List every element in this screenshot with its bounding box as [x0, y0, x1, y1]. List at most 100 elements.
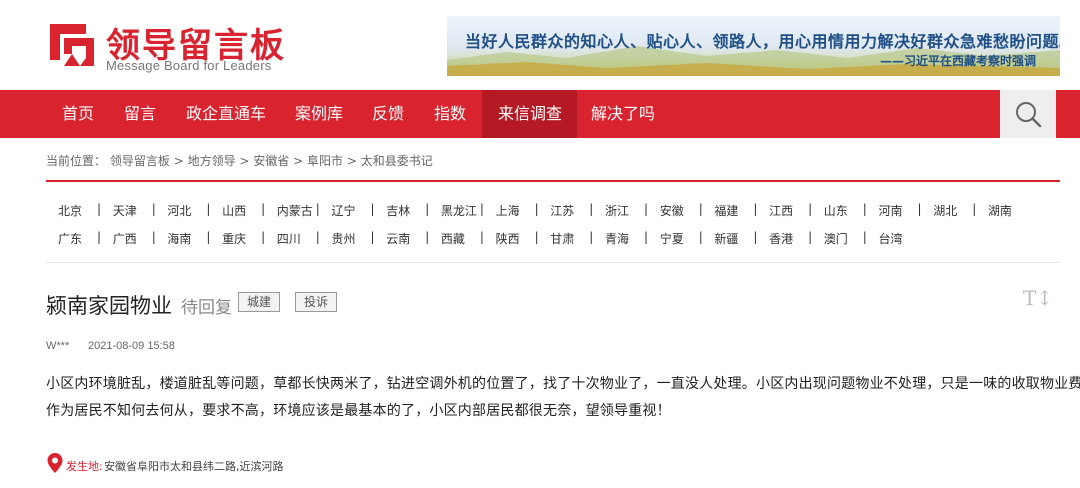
- breadcrumb-separator: >: [239, 154, 250, 168]
- province-link[interactable]: 湖北: [933, 202, 957, 219]
- province-link[interactable]: 北京: [58, 202, 82, 219]
- province-link[interactable]: 贵州: [332, 230, 356, 247]
- breadcrumb-item[interactable]: 太和县委书记: [361, 154, 433, 168]
- breadcrumb-item[interactable]: 安徽省: [253, 154, 289, 168]
- breadcrumb-item[interactable]: 领导留言板: [110, 154, 170, 168]
- province-link[interactable]: 香港: [769, 230, 793, 247]
- nav-item-home[interactable]: 首页: [62, 90, 94, 138]
- province-link[interactable]: 青海: [605, 230, 629, 247]
- nav-item-cases[interactable]: 案例库: [295, 90, 343, 138]
- logo-subtitle: Message Board for Leaders: [106, 58, 272, 73]
- province-link[interactable]: 西藏: [441, 230, 465, 247]
- province-separator: |: [370, 230, 375, 244]
- breadcrumb-separator: >: [293, 154, 304, 168]
- province-separator: |: [315, 202, 320, 216]
- search-icon: [1016, 102, 1042, 128]
- breadcrumb: 当前位置： 领导留言板 > 地方领导 > 安徽省 > 阜阳市 > 太和县委书记: [46, 152, 433, 169]
- message-body-line-2: 作为居民不知何去何从，要求不高，环境应该是最基本的了，小区内部居民都很无奈，望领…: [46, 403, 671, 419]
- message-body-line-1: 小区内环境脏乱，楼道脏乱等问题，草都长快两米了，钻进空调外机的位置了，找了十次物…: [46, 376, 1080, 392]
- province-link[interactable]: 黑龙江: [441, 202, 477, 219]
- province-separator: |: [261, 230, 266, 244]
- province-link[interactable]: 山东: [824, 202, 848, 219]
- province-separator: |: [753, 230, 758, 244]
- search-button[interactable]: [1000, 90, 1056, 138]
- province-link[interactable]: 山西: [222, 202, 246, 219]
- province-separator: |: [972, 202, 977, 216]
- nav-item-survey[interactable]: 来信调查: [482, 90, 577, 138]
- province-link[interactable]: 河北: [167, 202, 191, 219]
- province-separator: |: [589, 202, 594, 216]
- province-link[interactable]: 内蒙古: [277, 202, 313, 219]
- location-text: 安徽省阜阳市太和县纬二路,近滨河路: [104, 460, 284, 473]
- location-pin-icon: [47, 453, 63, 473]
- province-separator: |: [644, 230, 649, 244]
- slogan-banner[interactable]: 当好人民群众的知心人、贴心人、领路人，用心用情用力解决好群众急难愁盼问题。 ——…: [447, 16, 1060, 76]
- province-link[interactable]: 重庆: [222, 230, 246, 247]
- province-separator: |: [206, 202, 211, 216]
- province-link[interactable]: 台湾: [879, 230, 903, 247]
- province-list-row-1: 北京 | 天津 | 河北 | 山西 | 内蒙古 | 辽宁 | 吉林 | 黑龙江 | 上海 | 江苏 | 浙江 | 安徽 | 福建…: [46, 202, 1060, 220]
- province-link[interactable]: 广西: [113, 230, 137, 247]
- nav-item-feedback[interactable]: 反馈: [372, 90, 404, 138]
- province-separator: |: [862, 230, 867, 244]
- site-logo[interactable]: 领导留言板 Message Board for Leaders: [46, 18, 286, 74]
- province-link[interactable]: 四川: [277, 230, 301, 247]
- province-link[interactable]: 河南: [879, 202, 903, 219]
- banner-quote: ——习近平在西藏考察时强调: [879, 54, 1036, 68]
- banner-slogan: 当好人民群众的知心人、贴心人、领路人，用心用情用力解决好群众急难愁盼问题。: [465, 32, 1060, 51]
- province-separator: |: [479, 202, 484, 216]
- breadcrumb-separator: >: [346, 154, 357, 168]
- province-link[interactable]: 浙江: [605, 202, 629, 219]
- province-link[interactable]: 甘肃: [550, 230, 574, 247]
- location-label: 发生地:: [66, 460, 103, 473]
- province-separator: |: [698, 230, 703, 244]
- province-link[interactable]: 安徽: [660, 202, 684, 219]
- province-link[interactable]: 江西: [769, 202, 793, 219]
- tag-complaint[interactable]: 投诉: [295, 292, 338, 312]
- nav-item-index[interactable]: 指数: [434, 90, 466, 138]
- nav-item-message[interactable]: 留言: [124, 90, 156, 138]
- province-link[interactable]: 广东: [58, 230, 82, 247]
- font-size-toggle-icon[interactable]: T↕: [1023, 286, 1053, 310]
- breadcrumb-item[interactable]: 地方领导: [188, 154, 236, 168]
- message-author: W***: [46, 340, 70, 352]
- section-divider: [46, 262, 1060, 263]
- province-separator: |: [151, 202, 156, 216]
- province-separator: |: [753, 202, 758, 216]
- message-date: 2021-08-09 15:58: [88, 340, 175, 352]
- message-status: 待回复: [181, 298, 232, 318]
- main-nav: 首页 留言 政企直通车 案例库 反馈 指数 来信调查 解决了吗: [0, 90, 1080, 138]
- message-title: 颍南家园物业: [46, 294, 172, 318]
- province-separator: |: [315, 230, 320, 244]
- province-link[interactable]: 福建: [714, 202, 738, 219]
- province-link[interactable]: 湖南: [988, 202, 1012, 219]
- breadcrumb-item[interactable]: 阜阳市: [307, 154, 343, 168]
- nav-item-enterprise[interactable]: 政企直通车: [186, 90, 266, 138]
- province-separator: |: [534, 230, 539, 244]
- breadcrumb-prefix: 当前位置：: [46, 154, 107, 168]
- province-link[interactable]: 新疆: [714, 230, 738, 247]
- province-separator: |: [862, 202, 867, 216]
- tag-urban-construction[interactable]: 城建: [238, 292, 281, 312]
- province-separator: |: [206, 230, 211, 244]
- province-separator: |: [370, 202, 375, 216]
- province-link[interactable]: 上海: [496, 202, 520, 219]
- province-separator: |: [425, 202, 430, 216]
- province-link[interactable]: 辽宁: [332, 202, 356, 219]
- province-link[interactable]: 天津: [113, 202, 137, 219]
- province-separator: |: [97, 230, 102, 244]
- province-link[interactable]: 海南: [167, 230, 191, 247]
- province-separator: |: [261, 202, 266, 216]
- province-separator: |: [917, 202, 922, 216]
- nav-item-resolved[interactable]: 解决了吗: [591, 90, 655, 138]
- breadcrumb-divider: [46, 180, 1060, 182]
- province-separator: |: [644, 202, 649, 216]
- province-link[interactable]: 陕西: [496, 230, 520, 247]
- province-link[interactable]: 澳门: [824, 230, 848, 247]
- province-link[interactable]: 吉林: [386, 202, 410, 219]
- province-link[interactable]: 江苏: [550, 202, 574, 219]
- province-link[interactable]: 宁夏: [660, 230, 684, 247]
- province-link[interactable]: 云南: [386, 230, 410, 247]
- site-header: 领导留言板 Message Board for Leaders 当好人民群众的知…: [0, 0, 1080, 90]
- province-separator: |: [425, 230, 430, 244]
